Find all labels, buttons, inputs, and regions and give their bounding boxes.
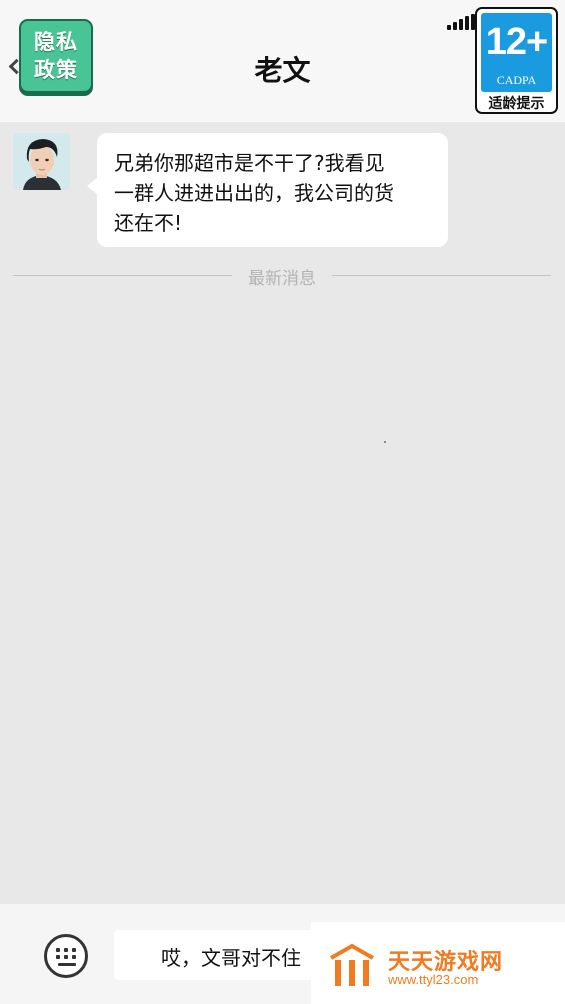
sender-avatar[interactable]: [13, 133, 70, 190]
reply-text: 哎，文哥对不住: [161, 946, 301, 970]
watermark-logo-icon: [330, 944, 374, 986]
watermark: 天天游戏网 www.ttyl23.com: [311, 922, 565, 1004]
watermark-url: www.ttyl23.com: [388, 972, 479, 987]
signal-icon: [447, 14, 477, 30]
divider-line-right: [332, 275, 551, 276]
latest-messages-divider: 最新消息: [248, 269, 316, 289]
message-bubble[interactable]: 兄弟你那超市是不干了?我看见 一群人进进出出的，我公司的货 还在不!: [97, 133, 448, 247]
age-rating-panel: 12+ CADPA: [481, 13, 552, 92]
age-rating-number: 12+: [485, 21, 548, 63]
divider-line-left: [13, 275, 232, 276]
age-rating-badge: 12+ CADPA 适龄提示: [475, 7, 558, 114]
keyboard-icon[interactable]: [44, 934, 88, 978]
dot: [384, 441, 386, 443]
top-bar: 隐私 政策 老文 12+ CADPA 适龄提示: [0, 0, 565, 122]
age-rating-label: 适龄提示: [488, 96, 545, 112]
message-line: 还在不!: [114, 211, 183, 235]
age-rating-org: CADPA: [496, 73, 537, 87]
message-line: 兄弟你那超市是不干了?我看见: [114, 151, 385, 175]
message-line: 一群人进进出出的，我公司的货: [114, 181, 394, 205]
